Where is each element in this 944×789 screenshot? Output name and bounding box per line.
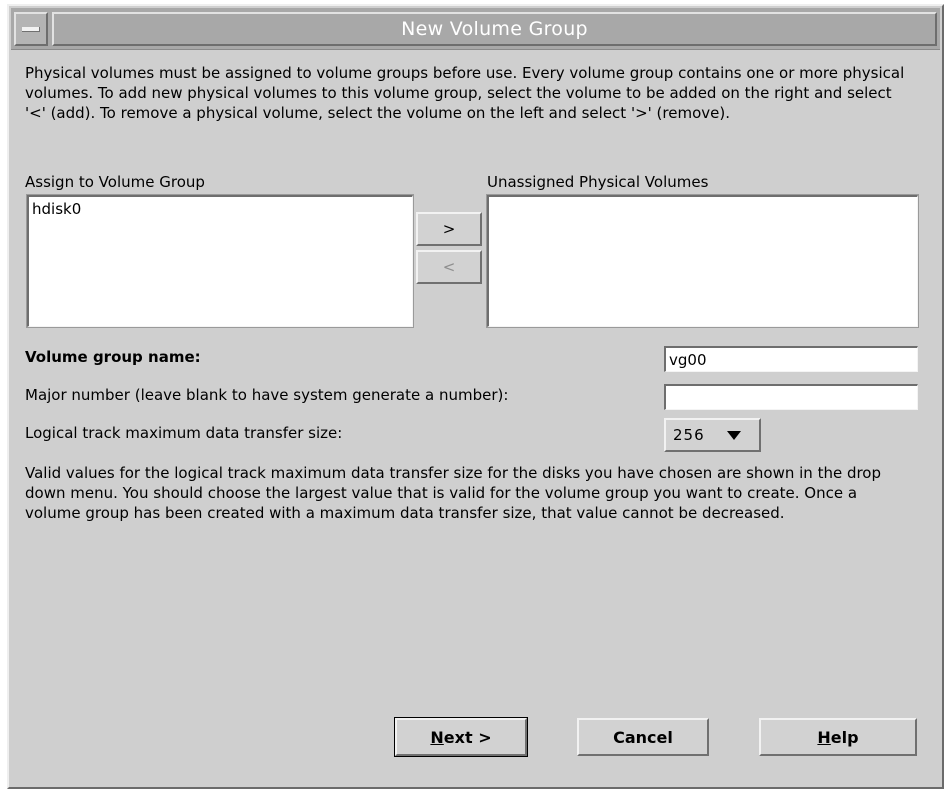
assigned-list-label: Assign to Volume Group (25, 173, 205, 191)
ltg-size-dropdown[interactable]: 256 (664, 418, 761, 452)
cancel-label: Cancel (613, 727, 673, 747)
title-area[interactable]: New Volume Group (52, 12, 937, 46)
next-button[interactable]: Next > (394, 717, 528, 757)
major-number-field[interactable] (664, 384, 918, 410)
assigned-volumes-list[interactable]: hdisk0 (26, 194, 414, 328)
add-volume-button[interactable]: < (416, 250, 482, 284)
window-menu-icon (22, 27, 40, 32)
add-button-label: < (442, 258, 456, 276)
intro-text: Physical volumes must be assigned to vol… (25, 64, 905, 122)
help-button[interactable]: Help (759, 718, 917, 756)
window-menu-button[interactable] (14, 12, 48, 46)
vg-name-field[interactable]: vg00 (664, 346, 918, 372)
title-bar: New Volume Group (11, 8, 940, 50)
ltg-size-value: 256 (673, 426, 705, 444)
remove-volume-button[interactable]: > (416, 212, 482, 246)
help-mnemonic: H (817, 727, 831, 747)
unassigned-list-label: Unassigned Physical Volumes (487, 173, 709, 191)
list-item[interactable]: hdisk0 (32, 200, 409, 218)
major-number-label: Major number (leave blank to have system… (25, 386, 509, 404)
caret-down-icon (727, 430, 741, 440)
cancel-button[interactable]: Cancel (577, 718, 709, 756)
window-title: New Volume Group (401, 18, 588, 40)
unassigned-volumes-list[interactable] (486, 194, 919, 328)
next-label: ext > (443, 727, 492, 747)
remove-button-label: > (442, 220, 456, 238)
next-mnemonic: N (430, 727, 444, 747)
help-label: elp (830, 727, 859, 747)
vg-name-label: Volume group name: (25, 348, 201, 366)
ltg-size-label: Logical track maximum data transfer size… (25, 424, 343, 442)
help-text: Valid values for the logical track maxim… (25, 464, 882, 522)
